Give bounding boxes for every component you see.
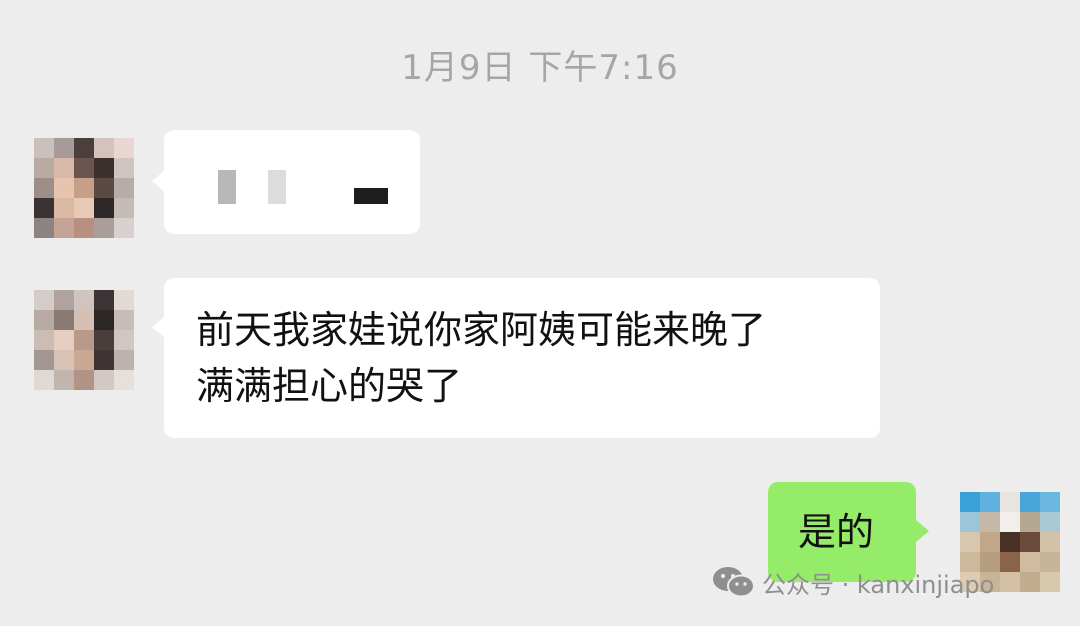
avatar-pixel	[114, 198, 134, 218]
bubble-tail	[916, 520, 929, 542]
avatar-pixel	[1040, 512, 1060, 532]
avatar-pixel	[1000, 552, 1020, 572]
avatar-pixel	[74, 198, 94, 218]
avatar-pixel	[114, 310, 134, 330]
avatar-pixel	[94, 350, 114, 370]
avatar-pixel	[54, 290, 74, 310]
avatar-pixel	[1000, 512, 1020, 532]
avatar-pixel	[1020, 552, 1040, 572]
pixelated-block	[268, 170, 286, 204]
avatar-pixel	[74, 178, 94, 198]
bubble-tail	[152, 316, 165, 338]
avatar-pixel	[1000, 572, 1020, 592]
avatar-pixel	[34, 138, 54, 158]
watermark-text: 公众号 · kanxinjiapo	[762, 570, 995, 599]
avatar-pixel	[34, 178, 54, 198]
avatar-pixel	[74, 218, 94, 238]
avatar-pixel	[54, 158, 74, 178]
avatar-pixel	[960, 532, 980, 552]
avatar-pixel	[54, 330, 74, 350]
avatar-pixel	[114, 290, 134, 310]
avatar-pixel	[54, 138, 74, 158]
avatar-pixel	[114, 138, 134, 158]
pixelated-block	[354, 188, 388, 204]
avatar-pixel	[74, 310, 94, 330]
avatar-pixel	[114, 330, 134, 350]
avatar-pixel	[1020, 532, 1040, 552]
pixelated-block	[218, 170, 236, 204]
avatar-pixel	[114, 350, 134, 370]
avatar-pixel	[74, 138, 94, 158]
avatar-pixel	[54, 310, 74, 330]
avatar-pixel	[74, 290, 94, 310]
avatar-pixel	[54, 350, 74, 370]
avatar-pixel	[980, 532, 1000, 552]
avatar-pixel	[34, 330, 54, 350]
avatar-pixel	[1040, 492, 1060, 512]
avatar-pixel	[94, 290, 114, 310]
avatar-pixel	[960, 492, 980, 512]
avatar-pixel	[1020, 492, 1040, 512]
avatar-pixel	[54, 198, 74, 218]
avatar-pixel	[94, 310, 114, 330]
avatar-pixel	[114, 158, 134, 178]
message-line: 前天我家娃说你家阿姨可能来晚了	[196, 308, 767, 352]
avatar-pixel	[94, 158, 114, 178]
watermark: 公众号 · kanxinjiapo	[712, 562, 994, 602]
avatar-pixel	[1000, 492, 1020, 512]
avatar-pixel	[980, 492, 1000, 512]
avatar-pixel	[114, 178, 134, 198]
avatar-pixel	[114, 370, 134, 390]
avatar-pixel	[34, 310, 54, 330]
avatar-pixel	[34, 370, 54, 390]
wechat-icon	[713, 567, 755, 598]
avatar-pixel	[94, 178, 114, 198]
avatar-pixel	[1040, 552, 1060, 572]
avatar-pixel	[74, 350, 94, 370]
avatar-pixel	[74, 158, 94, 178]
message-bubble-pixelated[interactable]	[164, 130, 420, 234]
message-line: 是的	[798, 510, 875, 554]
avatar-pixel	[54, 370, 74, 390]
avatar-pixel	[34, 290, 54, 310]
contact-avatar[interactable]	[34, 290, 134, 390]
message-line: 满满担心的哭了	[196, 364, 463, 408]
avatar-pixel	[34, 218, 54, 238]
avatar-pixel	[1000, 532, 1020, 552]
avatar-pixel	[54, 178, 74, 198]
avatar-pixel	[1040, 572, 1060, 592]
bubble-tail	[152, 170, 165, 192]
avatar-pixel	[74, 330, 94, 350]
avatar-pixel	[94, 370, 114, 390]
avatar-pixel	[54, 218, 74, 238]
avatar-pixel	[114, 218, 134, 238]
avatar-pixel	[960, 512, 980, 532]
chat-timestamp: 1月9日 下午7:16	[401, 48, 679, 88]
avatar-pixel	[94, 330, 114, 350]
avatar-pixel	[74, 370, 94, 390]
message-bubble-incoming[interactable]: 前天我家娃说你家阿姨可能来晚了 满满担心的哭了	[164, 278, 880, 438]
avatar-pixel	[34, 350, 54, 370]
avatar-pixel	[34, 198, 54, 218]
avatar-pixel	[34, 158, 54, 178]
avatar-pixel	[1040, 532, 1060, 552]
avatar-pixel	[1020, 572, 1040, 592]
avatar-pixel	[94, 138, 114, 158]
avatar-pixel	[94, 198, 114, 218]
avatar-pixel	[94, 218, 114, 238]
contact-avatar[interactable]	[34, 138, 134, 238]
avatar-pixel	[980, 512, 1000, 532]
avatar-pixel	[1020, 512, 1040, 532]
